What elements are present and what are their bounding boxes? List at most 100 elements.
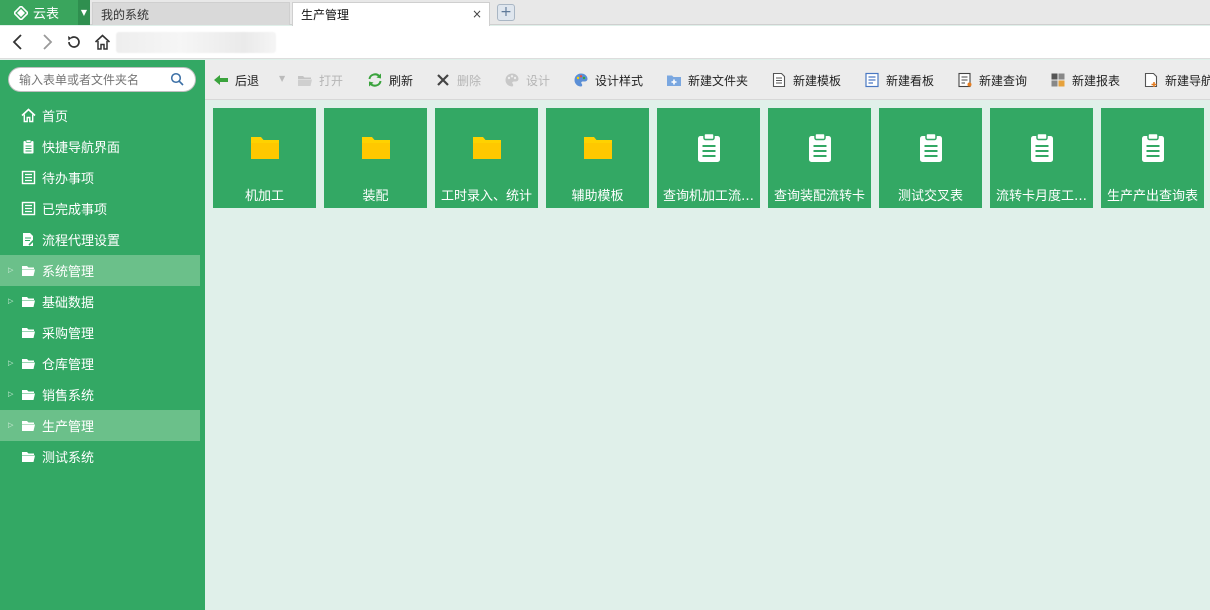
sidebar-item-warehouse[interactable]: ▷ 仓库管理 [0,348,205,379]
reload-button[interactable] [64,32,84,52]
folder-icon [473,137,501,159]
forward-nav-button[interactable] [37,32,57,52]
tile-label: 测试交叉表 [897,189,963,204]
toolbar-label: 新建查询 [979,73,1028,88]
open-folder-icon [298,76,312,86]
home-icon [21,108,36,123]
toolbar-label: 设计样式 [595,73,644,88]
app-logo-icon [14,5,28,20]
expand-arrow-icon[interactable]: ▷ [8,390,13,398]
tile-label: 工时录入、统计 [440,189,532,204]
new-folder-button[interactable]: 新建文件夹 [666,71,748,89]
tile-form-assembly-query[interactable]: 查询装配流转卡 [768,108,871,208]
new-template-button[interactable]: 新建模板 [771,71,841,89]
sidebar-item-system-mgmt[interactable]: ▷ 系统管理 [0,255,200,286]
add-tab-button[interactable]: + [497,4,515,21]
toolbar-label: 新建模板 [793,73,842,88]
new-board-button[interactable]: 新建看板 [864,71,934,89]
home-button[interactable] [92,32,112,52]
sidebar: 首页 快捷导航界面 待办事项 已完成事项 流程代理设置 ▷ 系统管理 ▷ 基础数… [0,60,205,610]
new-template-icon [772,72,786,88]
new-nav-button[interactable]: 新建导航 [1143,71,1210,89]
sidebar-menu: 首页 快捷导航界面 待办事项 已完成事项 流程代理设置 ▷ 系统管理 ▷ 基础数… [0,100,205,472]
expand-arrow-icon[interactable]: ▷ [8,266,13,274]
tile-folder-hours[interactable]: 工时录入、统计 [435,108,538,208]
tile-label: 装配 [362,189,389,204]
expand-arrow-icon[interactable]: ▷ [8,297,13,305]
palette-icon [574,73,588,87]
sidebar-item-test-system[interactable]: 测试系统 [0,441,205,472]
sidebar-item-production[interactable]: ▷ 生产管理 [0,410,200,441]
folder-open-icon [22,297,35,307]
clipboard-icon [698,132,720,162]
toolbar-label: 后退 [235,73,260,88]
tile-folder-assembly[interactable]: 装配 [324,108,427,208]
tab-my-system[interactable]: 我的系统 [92,2,290,25]
toolbar-label: 删除 [457,73,482,88]
back-nav-button[interactable] [8,32,28,52]
search-input[interactable] [8,67,196,92]
sidebar-item-label: 销售系统 [42,389,95,404]
refresh-button[interactable]: 刷新 [367,71,413,89]
tile-label: 机加工 [244,189,284,204]
tile-label: 查询装配流转卡 [773,189,865,204]
tile-label: 生产产出查询表 [1106,189,1198,204]
folder-open-icon [22,328,35,338]
toolbar-label: 新建文件夹 [688,73,749,88]
expand-arrow-icon[interactable]: ▷ [8,421,13,429]
sidebar-item-label: 采购管理 [42,327,95,342]
clipboard-icon [23,139,34,154]
tab-label: 生产管理 [301,8,350,22]
folder-open-icon [22,266,35,276]
chevron-right-icon [43,34,53,50]
tile-form-output-query[interactable]: 生产产出查询表 [1101,108,1204,208]
app-brand-button[interactable]: 云表 [0,0,78,25]
new-folder-icon [667,75,681,86]
brand-dropdown-button[interactable]: ▼ [78,0,90,25]
back-button[interactable]: 后退 [213,71,259,89]
caret-down-icon: ▼ [279,74,286,83]
sidebar-item-label: 已完成事项 [42,203,108,218]
toolbar: 后退 ▼ 打开 刷新 删除 设计 设计样式 新建文件夹 新建模板 新建看板 新建… [205,60,1210,100]
reload-icon [68,36,80,48]
delete-button[interactable]: 删除 [435,71,481,89]
caret-down-icon: ▼ [80,8,88,17]
design-style-button[interactable]: 设计样式 [573,71,643,89]
tile-form-monthly-card[interactable]: 流转卡月度工… [990,108,1093,208]
sidebar-item-base-data[interactable]: ▷ 基础数据 [0,286,205,317]
palette-icon [505,73,519,87]
toolbar-label: 设计 [526,73,551,88]
tile-form-machining-query[interactable]: 查询机加工流… [657,108,760,208]
tab-production[interactable]: 生产管理 × [292,2,490,26]
sidebar-item-sales[interactable]: ▷ 销售系统 [0,379,205,410]
sidebar-item-quick-nav[interactable]: 快捷导航界面 [0,131,205,162]
clipboard-icon [809,132,831,162]
list-icon [21,170,36,185]
toolbar-label: 打开 [319,73,344,88]
content-area: 机加工 装配 工时录入、统计 辅助模板 查询机加工流… 查询装配流转卡 测试交叉… [205,100,1210,610]
open-button[interactable]: 打开 [297,71,343,89]
expand-arrow-icon[interactable]: ▷ [8,359,13,367]
document-edit-icon [23,233,36,246]
address-bar [0,26,1210,59]
close-tab-icon[interactable]: × [472,7,482,21]
sidebar-item-completed[interactable]: 已完成事项 [0,193,205,224]
tile-label: 辅助模板 [571,189,624,204]
tile-folder-machining[interactable]: 机加工 [213,108,316,208]
new-board-icon [865,72,879,88]
sidebar-item-purchasing[interactable]: 采购管理 [0,317,205,348]
sidebar-item-todo[interactable]: 待办事项 [0,162,205,193]
sidebar-item-proxy-settings[interactable]: 流程代理设置 [0,224,205,255]
search-icon[interactable] [170,72,184,86]
new-query-button[interactable]: 新建查询 [957,71,1027,89]
new-report-button[interactable]: 新建报表 [1050,71,1120,89]
folder-open-icon [22,452,35,462]
sidebar-item-home[interactable]: 首页 [0,100,205,131]
design-button[interactable]: 设计 [504,71,550,89]
back-arrow-icon [214,75,228,85]
address-field-blurred[interactable] [116,32,276,53]
clipboard-icon [920,132,942,162]
tile-form-crosstab-test[interactable]: 测试交叉表 [879,108,982,208]
chevron-left-icon [12,34,22,50]
tile-folder-aux-templates[interactable]: 辅助模板 [546,108,649,208]
